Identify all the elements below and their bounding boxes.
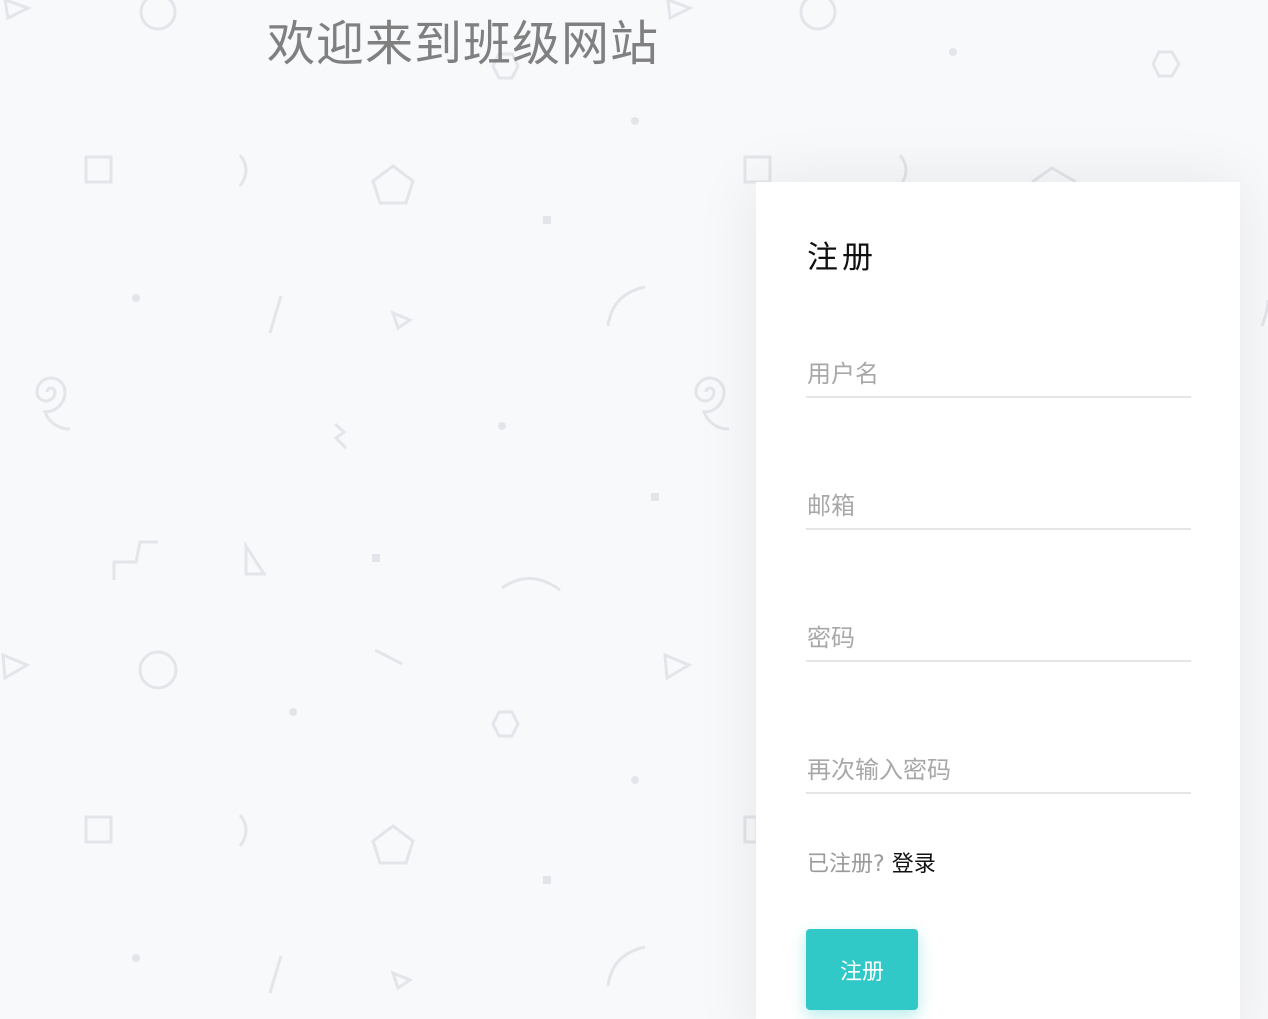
register-button[interactable]: 注册 [806, 929, 918, 1010]
login-link[interactable]: 登录 [892, 852, 936, 877]
already-registered-text: 已注册? [807, 852, 885, 877]
register-title: 注册 [807, 240, 877, 276]
email-input[interactable] [806, 490, 1191, 530]
register-card: 注册 已注册? 登录 注册 [756, 182, 1240, 1019]
site-title: 欢迎来到班级网站 [267, 16, 660, 72]
page: 欢迎来到班级网站 注册 已注册? 登录 注册 [0, 0, 1268, 1019]
username-input[interactable] [806, 358, 1191, 398]
password-input[interactable] [806, 622, 1191, 662]
login-prompt: 已注册? 登录 [807, 846, 936, 878]
confirm-password-input[interactable] [806, 754, 1191, 794]
